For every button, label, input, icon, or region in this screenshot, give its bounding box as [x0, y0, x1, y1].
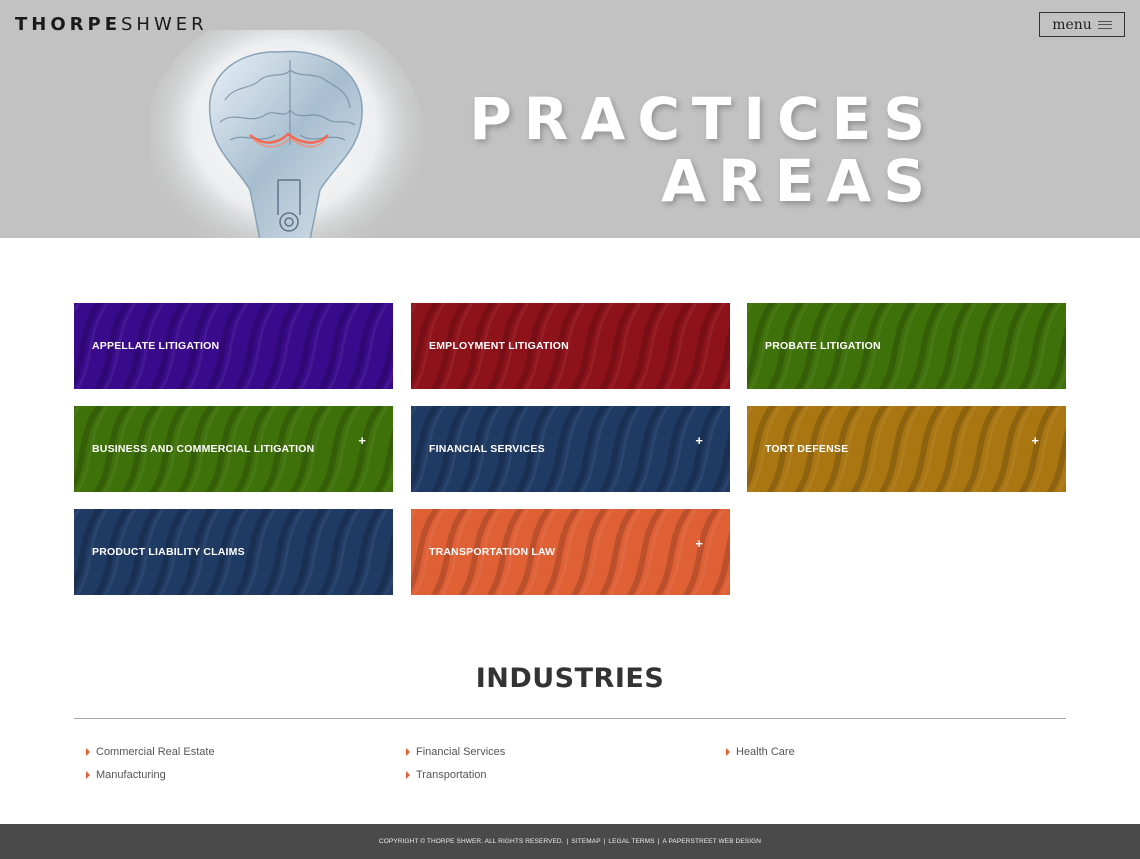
copyright-text: COPYRIGHT © THORPE SHWER. ALL RIGHTS RES… — [378, 838, 564, 845]
practice-tile-financial-services[interactable]: FINANCIAL SERVICES + — [411, 406, 730, 492]
lightbulb-brain-image — [150, 30, 425, 238]
expand-plus-icon[interactable]: + — [695, 434, 703, 447]
practice-tile-label: FINANCIAL SERVICES — [429, 443, 545, 455]
practice-tile-employment-litigation[interactable]: EMPLOYMENT LITIGATION — [411, 303, 730, 389]
footer-separator: | — [566, 838, 569, 845]
practice-areas-grid: APPELLATE LITIGATION EMPLOYMENT LITIGATI… — [74, 303, 1066, 595]
industry-link-label: Commercial Real Estate — [96, 746, 215, 758]
practice-tile-label: PRODUCT LIABILITY CLAIMS — [92, 546, 245, 558]
paperstreet-credit-link[interactable]: A PAPERSTREET WEB DESIGN — [662, 838, 761, 845]
practice-tile-label: TORT DEFENSE — [765, 443, 849, 455]
industry-link-commercial-real-estate[interactable]: Commercial Real Estate — [86, 746, 215, 758]
industry-link-health-care[interactable]: Health Care — [726, 746, 795, 758]
hamburger-icon — [1097, 20, 1112, 29]
expand-plus-icon[interactable]: + — [695, 537, 703, 550]
footer-separator: | — [657, 838, 660, 845]
practice-tile-product-liability-claims[interactable]: PRODUCT LIABILITY CLAIMS — [74, 509, 393, 595]
hero-banner: THORPESHWER menu PRACTICES AREAS — [0, 0, 1140, 238]
practice-tile-appellate-litigation[interactable]: APPELLATE LITIGATION — [74, 303, 393, 389]
practice-tile-label: PROBATE LITIGATION — [765, 340, 881, 352]
practice-tile-business-commercial-litigation[interactable]: BUSINESS AND COMMERCIAL LITIGATION + — [74, 406, 393, 492]
menu-label: menu — [1052, 16, 1092, 33]
sitemap-link[interactable]: SITEMAP — [571, 838, 600, 845]
page-title-line2: AREAS — [661, 147, 937, 215]
legal-terms-link[interactable]: LEGAL TERMS — [608, 838, 654, 845]
arrow-right-icon — [86, 771, 90, 779]
footer-separator: | — [603, 838, 606, 845]
logo-bold-text: THORPE — [15, 14, 121, 35]
practice-tile-transportation-law[interactable]: TRANSPORTATION LAW + — [411, 509, 730, 595]
arrow-right-icon — [726, 748, 730, 756]
practice-tile-probate-litigation[interactable]: PROBATE LITIGATION — [747, 303, 1066, 389]
arrow-right-icon — [406, 748, 410, 756]
page-title: PRACTICES AREAS — [469, 88, 937, 212]
page-title-line1: PRACTICES — [469, 85, 937, 153]
industry-link-transportation[interactable]: Transportation — [406, 769, 487, 781]
industry-link-label: Manufacturing — [96, 769, 166, 781]
practice-tile-label: APPELLATE LITIGATION — [92, 340, 220, 352]
industries-divider — [74, 718, 1066, 719]
practice-tile-label: EMPLOYMENT LITIGATION — [429, 340, 569, 352]
site-footer: COPYRIGHT © THORPE SHWER. ALL RIGHTS RES… — [0, 824, 1140, 859]
menu-button[interactable]: menu — [1039, 12, 1125, 37]
arrow-right-icon — [86, 748, 90, 756]
industry-link-label: Transportation — [416, 769, 487, 781]
practice-tile-tort-defense[interactable]: TORT DEFENSE + — [747, 406, 1066, 492]
expand-plus-icon[interactable]: + — [358, 434, 366, 447]
arrow-right-icon — [406, 771, 410, 779]
industry-link-financial-services[interactable]: Financial Services — [406, 746, 505, 758]
industry-link-manufacturing[interactable]: Manufacturing — [86, 769, 166, 781]
industry-link-label: Health Care — [736, 746, 795, 758]
industries-heading: INDUSTRIES — [475, 663, 665, 694]
industry-link-label: Financial Services — [416, 746, 506, 758]
practice-tile-label: TRANSPORTATION LAW — [429, 546, 556, 558]
practice-tile-label: BUSINESS AND COMMERCIAL LITIGATION — [92, 443, 315, 455]
expand-plus-icon[interactable]: + — [1031, 434, 1039, 447]
